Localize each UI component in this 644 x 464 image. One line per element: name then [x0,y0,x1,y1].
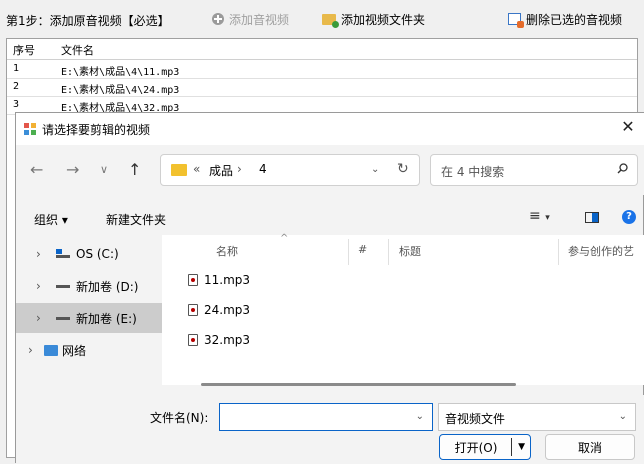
dialog-titlebar: 请选择要剪辑的视频 ✕ [16,113,644,145]
file-item[interactable]: 24.mp3 [188,299,250,321]
row-index: 2 [13,81,20,92]
view-menu-icon[interactable]: ≡ ▾ [529,208,550,224]
file-name: 11.mp3 [204,273,251,287]
search-icon[interactable] [617,163,628,174]
add-circle-icon [212,13,224,25]
nav-item-label: 网络 [62,343,87,358]
app-icon [23,122,37,136]
column-divider[interactable] [388,239,389,265]
command-bar: 组织 ▾ 新建文件夹 ≡ ▾ ? [16,201,644,235]
column-divider[interactable] [558,239,559,265]
table-row[interactable]: 2 E:\素材\成品\4\24.mp3 [7,79,637,97]
os-drive-icon [56,249,72,259]
chevron-down-icon[interactable]: ⌄ [619,411,627,422]
row-path: E:\素材\成品\4\24.mp3 [61,85,180,96]
add-folder-label: 添加视频文件夹 [341,12,426,27]
split-divider [511,438,512,456]
file-name: 24.mp3 [204,303,251,317]
dialog-title: 请选择要剪辑的视频 [42,123,151,137]
filename-field[interactable]: ⌄ [219,403,433,431]
refresh-icon[interactable]: ↻ [397,161,409,177]
audio-file-icon [188,274,198,286]
search-input[interactable]: 在 4 中搜索 [441,163,504,180]
chevron-right-icon[interactable]: › [36,247,48,261]
folder-icon [171,164,187,176]
row-path: E:\素材\成品\4\11.mp3 [61,67,180,78]
dialog-footer: 文件名(N): ⌄ 音视频文件 ⌄ 打开(O) ▼ 取消 [16,395,644,464]
cancel-button[interactable]: 取消 [545,434,635,460]
audio-file-icon [188,334,198,346]
nav-item-network[interactable]: › 网络 [16,335,162,365]
nav-item-label: OS (C:) [76,247,119,261]
add-folder-button[interactable]: 添加视频文件夹 [322,7,425,31]
audio-file-icon [188,304,198,316]
chevron-down-icon[interactable]: ⌄ [416,411,424,422]
search-box[interactable]: 在 4 中搜索 [430,154,638,186]
organize-menu[interactable]: 组织 ▾ [34,211,68,228]
delete-selected-label: 删除已选的音视频 [526,12,623,27]
sort-up-icon: ^ [280,233,289,244]
breadcrumb-overflow[interactable]: « [193,162,200,176]
col-header-index: 序号 [13,44,35,57]
delete-file-icon [508,13,524,28]
nav-item-c-drive[interactable]: › OS (C:) [16,239,162,269]
file-name: 32.mp3 [204,333,251,347]
file-list: 名称 ^ # 标题 参与创作的艺 11.mp3 24.mp3 32.mp3 [162,233,644,385]
col-header-title[interactable]: 标题 [399,243,421,259]
chevron-down-icon[interactable]: ⌄ [371,164,379,175]
navigation-bar: ← → ∨ ↑ « 成品 › 4 ⌄ ↻ 在 4 中搜索 [16,145,644,195]
nav-item-d-drive[interactable]: › 新加卷 (D:) [16,271,162,301]
nav-item-e-drive[interactable]: › 新加卷 (E:) [16,303,162,333]
grid-header: 序号 文件名 [7,39,637,60]
network-icon [44,344,58,356]
nav-item-label: 新加卷 (D:) [76,279,139,294]
cancel-label: 取消 [577,440,602,455]
col-header-artist[interactable]: 参与创作的艺 [568,243,634,259]
chevron-right-icon[interactable]: › [36,279,48,293]
col-header-name[interactable]: 名称 [216,243,238,259]
drive-icon [56,316,70,320]
column-divider[interactable] [348,239,349,265]
open-label: 打开(O) [454,440,498,455]
file-type-value: 音视频文件 [445,412,506,426]
forward-icon[interactable]: → [66,160,79,179]
open-dropdown-icon[interactable]: ▼ [518,442,525,452]
help-icon[interactable]: ? [622,210,636,224]
breadcrumb-separator: › [237,162,242,176]
horizontal-scrollbar[interactable] [201,383,516,386]
col-header-filename: 文件名 [61,44,94,57]
open-file-dialog: 请选择要剪辑的视频 ✕ ← → ∨ ↑ « 成品 › 4 ⌄ ↻ 在 4 中搜索… [15,112,644,464]
step-label: 第1步：添加原音视频【必选】 [6,14,170,28]
filename-label: 文件名(N): [150,411,209,425]
nav-item-label: 新加卷 (E:) [76,311,137,326]
preview-pane-icon[interactable] [585,212,599,223]
drive-icon [56,284,70,288]
navigation-pane: › OS (C:) › 新加卷 (D:) › 新加卷 (E:) › 网络 [16,235,172,395]
breadcrumb-segment-2[interactable]: 4 [259,162,267,176]
close-icon[interactable]: ✕ [618,117,638,136]
file-item[interactable]: 32.mp3 [188,329,250,351]
chevron-right-icon[interactable]: › [28,343,40,357]
back-icon[interactable]: ← [30,160,43,179]
open-button[interactable]: 打开(O) ▼ [439,434,531,460]
table-row[interactable]: 1 E:\素材\成品\4\11.mp3 [7,61,637,79]
breadcrumb-segment-1[interactable]: 成品 [209,162,233,179]
up-icon[interactable]: ↑ [128,160,141,179]
app-toolbar: 第1步：添加原音视频【必选】 添加音视频 添加视频文件夹 删除已选的音视频 [0,0,644,38]
address-bar[interactable]: « 成品 › 4 ⌄ ↻ [160,154,420,186]
add-av-button[interactable]: 添加音视频 [212,7,289,31]
col-header-number[interactable]: # [358,243,367,256]
delete-selected-button[interactable]: 删除已选的音视频 [508,7,622,31]
row-index: 1 [13,63,20,74]
new-folder-button[interactable]: 新建文件夹 [106,211,166,228]
row-index: 3 [13,99,20,110]
chevron-right-icon[interactable]: › [36,311,48,325]
recent-locations-icon[interactable]: ∨ [100,163,108,176]
add-av-label: 添加音视频 [229,12,290,27]
folder-add-icon [322,13,339,28]
file-item[interactable]: 11.mp3 [188,269,250,291]
file-type-select[interactable]: 音视频文件 ⌄ [438,403,636,431]
